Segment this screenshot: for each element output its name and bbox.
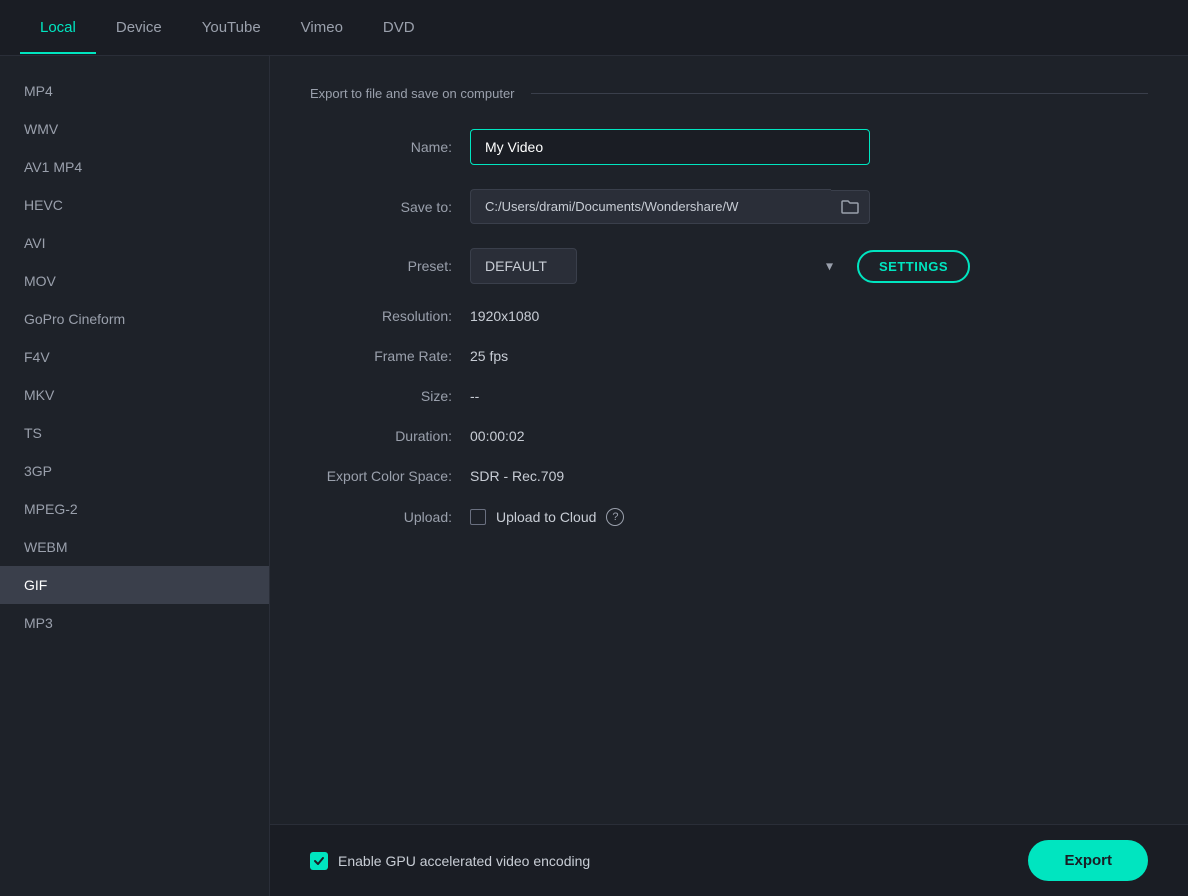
duration-label: Duration:: [310, 428, 470, 444]
save-to-path: C:/Users/drami/Documents/Wondershare/W: [470, 189, 831, 224]
save-to-label: Save to:: [310, 199, 470, 215]
gpu-checkbox[interactable]: [310, 852, 328, 870]
sidebar-item-gif[interactable]: GIF: [0, 566, 269, 604]
tab-youtube[interactable]: YouTube: [182, 3, 281, 54]
resolution-row: Resolution: 1920x1080: [310, 308, 1148, 324]
frame-rate-value: 25 fps: [470, 348, 1148, 364]
tab-local[interactable]: Local: [20, 3, 96, 54]
sidebar-item-avi[interactable]: AVI: [0, 224, 269, 262]
size-row: Size: --: [310, 388, 1148, 404]
folder-browse-button[interactable]: [831, 190, 870, 224]
sidebar-item-gopro[interactable]: GoPro Cineform: [0, 300, 269, 338]
top-navigation: Local Device YouTube Vimeo DVD: [0, 0, 1188, 56]
gpu-label: Enable GPU accelerated video encoding: [310, 852, 590, 870]
upload-to-cloud-checkbox[interactable]: [470, 509, 486, 525]
save-to-control: C:/Users/drami/Documents/Wondershare/W: [470, 189, 1148, 224]
sidebar-item-wmv[interactable]: WMV: [0, 110, 269, 148]
export-button[interactable]: Export: [1028, 840, 1148, 881]
preset-row: Preset: DEFAULT High Quality Low Quality…: [310, 248, 1148, 284]
upload-row: Upload: Upload to Cloud ?: [310, 508, 1148, 526]
content-area: Export to file and save on computer Name…: [270, 56, 1188, 896]
sidebar-item-f4v[interactable]: F4V: [0, 338, 269, 376]
size-label: Size:: [310, 388, 470, 404]
upload-to-cloud-label: Upload to Cloud: [496, 509, 596, 525]
sidebar-item-mkv[interactable]: MKV: [0, 376, 269, 414]
chevron-down-icon: ▾: [826, 258, 833, 275]
sidebar-item-ts[interactable]: TS: [0, 414, 269, 452]
color-space-row: Export Color Space: SDR - Rec.709: [310, 468, 1148, 484]
resolution-value: 1920x1080: [470, 308, 1148, 324]
settings-button[interactable]: SETTINGS: [857, 250, 970, 283]
sidebar-item-3gp[interactable]: 3GP: [0, 452, 269, 490]
help-icon[interactable]: ?: [606, 508, 624, 526]
preset-control: DEFAULT High Quality Low Quality Custom …: [470, 248, 1148, 284]
upload-label: Upload:: [310, 509, 470, 525]
name-input[interactable]: [470, 129, 870, 165]
sidebar: MP4 WMV AV1 MP4 HEVC AVI MOV GoPro Cinef…: [0, 56, 270, 896]
tab-vimeo[interactable]: Vimeo: [281, 3, 363, 54]
sidebar-item-mov[interactable]: MOV: [0, 262, 269, 300]
name-row: Name:: [310, 129, 1148, 165]
name-label: Name:: [310, 139, 470, 155]
sidebar-item-mp4[interactable]: MP4: [0, 72, 269, 110]
main-layout: MP4 WMV AV1 MP4 HEVC AVI MOV GoPro Cinef…: [0, 56, 1188, 896]
preset-label: Preset:: [310, 258, 470, 274]
sidebar-item-hevc[interactable]: HEVC: [0, 186, 269, 224]
sidebar-item-av1mp4[interactable]: AV1 MP4: [0, 148, 269, 186]
name-control: [470, 129, 1148, 165]
frame-rate-label: Frame Rate:: [310, 348, 470, 364]
duration-row: Duration: 00:00:02: [310, 428, 1148, 444]
section-title: Export to file and save on computer: [310, 86, 1148, 101]
gpu-text: Enable GPU accelerated video encoding: [338, 853, 590, 869]
bottom-bar: Enable GPU accelerated video encoding Ex…: [270, 824, 1188, 896]
sidebar-item-mp3[interactable]: MP3: [0, 604, 269, 642]
preset-select[interactable]: DEFAULT High Quality Low Quality Custom: [470, 248, 577, 284]
save-to-row: Save to: C:/Users/drami/Documents/Wonder…: [310, 189, 1148, 224]
tab-dvd[interactable]: DVD: [363, 3, 435, 54]
color-space-label: Export Color Space:: [310, 468, 470, 484]
frame-rate-row: Frame Rate: 25 fps: [310, 348, 1148, 364]
duration-value: 00:00:02: [470, 428, 1148, 444]
color-space-value: SDR - Rec.709: [470, 468, 1148, 484]
tab-device[interactable]: Device: [96, 3, 182, 54]
upload-control: Upload to Cloud ?: [470, 508, 1148, 526]
sidebar-item-mpeg2[interactable]: MPEG-2: [0, 490, 269, 528]
size-value: --: [470, 388, 1148, 404]
resolution-label: Resolution:: [310, 308, 470, 324]
sidebar-item-webm[interactable]: WEBM: [0, 528, 269, 566]
